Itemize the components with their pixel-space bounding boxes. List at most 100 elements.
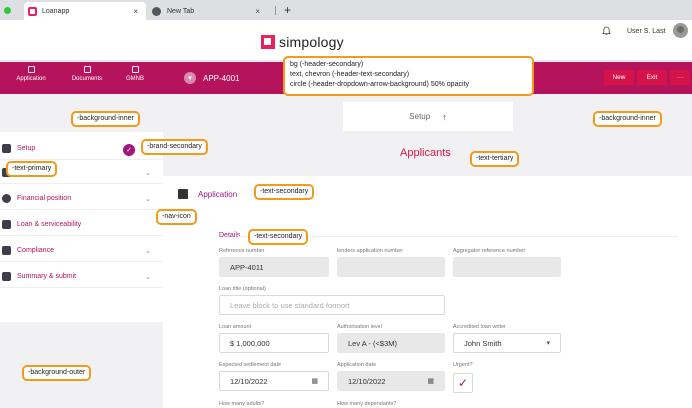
chevron-down-icon: ⌄	[145, 195, 151, 203]
accredited-loan-writer-select[interactable]: John Smith ▾	[453, 333, 561, 353]
nav-label: Documents	[71, 76, 103, 82]
urgent-checkbox[interactable]: ✓	[453, 373, 473, 393]
calendar-icon[interactable]: ▦	[311, 377, 318, 385]
wallet-icon	[2, 220, 11, 229]
annotation-line: bg (-header-secondary)	[290, 61, 364, 68]
sidebar-item-financial-position[interactable]: Financial position ⌄	[0, 188, 163, 210]
sidebar-item-loan-serviceability[interactable]: Loan & serviceability	[0, 214, 163, 236]
annotation-line: text, chevron (-header-text-secondary)	[290, 71, 410, 78]
application-id: APP-4001	[203, 73, 240, 83]
sidebar-item-compliance[interactable]: Compliance ⌄	[0, 240, 163, 262]
annotation-nav-icon: -nav-icon	[156, 209, 197, 225]
check-circle-icon: ✓	[123, 144, 135, 156]
tab-title: Loanapp	[42, 7, 70, 15]
loanapp-favicon-icon	[28, 6, 37, 16]
application-heading-label: Application	[198, 189, 238, 199]
shield-check-icon	[2, 246, 11, 255]
chevron-down-icon: ⌄	[145, 169, 151, 177]
annotation-background-outer: -background-outer	[22, 365, 92, 381]
browser-tab-loanapp[interactable]: Loanapp ×	[24, 2, 146, 20]
nav-label: Application	[16, 76, 46, 82]
field-label: Loan title (optional)	[219, 286, 266, 292]
lenders-application-number-field[interactable]	[337, 257, 445, 277]
expected-settlement-date-input[interactable]: 12/10/2022 ▦	[219, 371, 329, 391]
application-icon	[178, 189, 188, 199]
field-label: Aggregator reference number	[453, 248, 526, 254]
chevron-down-icon: ⌄	[145, 273, 151, 281]
application-date-field: 12/10/2022 ▦	[337, 371, 445, 391]
tab-separator	[275, 6, 276, 15]
field-label: Accredited loan writer	[453, 324, 506, 330]
date-value: 12/10/2022	[348, 376, 386, 386]
logo-mark-icon	[261, 35, 275, 49]
field-label: Reference number	[219, 248, 265, 254]
browser-tab-bar: Loanapp × New Tab × +	[0, 0, 692, 20]
sidebar-item-setup[interactable]: Setup	[0, 138, 163, 160]
tab-title: New Tab	[167, 7, 195, 15]
nav-documents[interactable]: Documents	[62, 66, 112, 82]
field-label: Urgent?	[453, 362, 473, 368]
arrow-up-icon: ↑	[442, 111, 447, 122]
field-label: How many dependants?	[337, 401, 397, 407]
field-label: Authorisation level	[337, 324, 382, 330]
documents-icon	[83, 66, 91, 73]
annotation-text-secondary: -text-secondary	[248, 229, 309, 245]
setup-collapse-bar[interactable]: Setup ↑	[343, 102, 513, 131]
annotation-line: circle (-header-dropdown-arrow-backgroun…	[290, 81, 469, 88]
sidebar-item-summary-submit[interactable]: Summary & submit ⌄	[0, 266, 163, 288]
application-icon	[27, 66, 35, 73]
nav-gmnb[interactable]: GMNB	[110, 66, 160, 82]
nav-application[interactable]: Application	[6, 66, 56, 82]
annotation-brand-secondary: -brand-secondary	[141, 139, 208, 155]
annotation-text-tertiary: -text-tertiary	[470, 151, 520, 167]
gmnb-icon	[131, 66, 139, 73]
browser-tab-new-tab[interactable]: New Tab ×	[152, 2, 268, 20]
loan-title-input[interactable]: Leave block to use standard formort	[219, 295, 445, 315]
logo-text: simpology	[279, 34, 344, 50]
window-dot-icon[interactable]	[4, 7, 11, 14]
app-topbar: simpology	[0, 20, 692, 61]
field-label: Expected settlement date	[219, 362, 282, 368]
sidebar-item-label: Loan & serviceability	[17, 221, 82, 228]
sidebar-item-label: Financial position	[17, 195, 72, 202]
annotation-header-secondary: bg (-header-secondary) text, chevron (-h…	[283, 56, 534, 96]
field-label: How many adults?	[219, 401, 265, 407]
setup-bar-label: Setup	[409, 112, 431, 121]
bell-icon[interactable]	[602, 26, 611, 36]
page-title: Applicants	[400, 147, 451, 159]
field-label: Application date	[337, 362, 377, 368]
application-heading: Application	[178, 189, 237, 199]
chevron-down-icon[interactable]: ▾	[184, 72, 196, 84]
nav-label: GMNB	[126, 76, 144, 82]
sidebar-item-label: Setup	[17, 145, 36, 152]
exit-button[interactable]: Exit	[637, 70, 667, 85]
field-label: lenders application number	[337, 248, 404, 254]
dropdown-arrow-icon: ▾	[546, 340, 550, 347]
tab-close-icon[interactable]: ×	[255, 7, 260, 16]
tab-close-icon[interactable]: ×	[133, 7, 138, 16]
annotation-text-primary: -text-primary	[6, 161, 58, 177]
new-button[interactable]: New	[604, 70, 634, 85]
dollar-icon	[2, 194, 11, 203]
more-button[interactable]: ···	[670, 70, 690, 85]
sidebar-item-label: Summary & submit	[17, 273, 77, 280]
calendar-icon: ▦	[427, 378, 434, 385]
authorisation-level-field: Lev A - (<$3M)	[337, 333, 445, 353]
chrome-favicon-icon	[152, 6, 161, 16]
select-value: John Smith	[464, 338, 502, 348]
logo: simpology	[261, 34, 344, 50]
annotation-background-inner: -background-inner	[593, 111, 662, 127]
setup-icon	[2, 144, 11, 153]
sidebar-item-label: Compliance	[17, 247, 54, 254]
reference-number-field: APP-4011	[219, 257, 329, 277]
loan-amount-input[interactable]: $ 1,000,000	[219, 333, 329, 353]
user-name[interactable]: User S. Last	[627, 28, 666, 35]
chevron-down-icon: ⌄	[145, 247, 151, 255]
aggregator-reference-number-field[interactable]	[453, 257, 561, 277]
application-switcher[interactable]: ▾ APP-4001	[170, 62, 239, 94]
new-tab-button[interactable]: +	[284, 3, 291, 17]
user-avatar[interactable]	[673, 23, 688, 38]
annotation-background-inner: -background-inner	[71, 111, 140, 127]
date-value: 12/10/2022	[230, 376, 268, 386]
summary-icon	[2, 272, 11, 281]
